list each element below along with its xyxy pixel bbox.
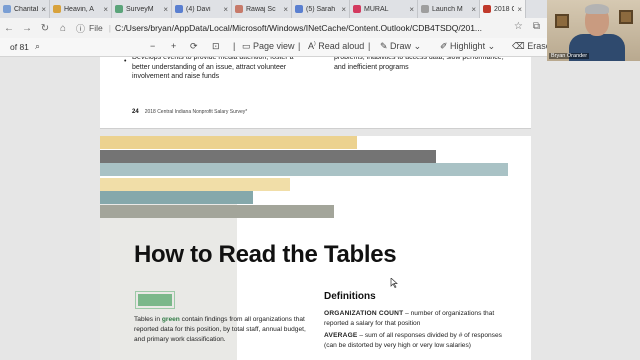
tab-close-icon[interactable]: ×: [341, 5, 346, 14]
webcam-overlay: Bryan Orander: [547, 0, 640, 61]
browser-tab[interactable]: (4) Davi ×: [172, 0, 232, 18]
fit-page-icon[interactable]: ⊡: [212, 41, 220, 52]
tab-favicon-icon: [235, 5, 243, 13]
decorative-band: [100, 191, 253, 204]
divider: |: [298, 41, 301, 51]
definitions-list: ORGANIZATION COUNT – number of organizat…: [324, 309, 504, 350]
tab-label: Launch M: [432, 5, 463, 13]
tab-favicon-icon: [175, 5, 183, 13]
tab-favicon-icon: [115, 5, 123, 13]
forward-icon[interactable]: →: [18, 23, 36, 34]
green-swatch: [135, 291, 175, 309]
back-icon[interactable]: ←: [0, 23, 18, 34]
page-view-button[interactable]: ▭ Page view: [242, 41, 295, 52]
pdf-viewer[interactable]: • Develops events to provide media atten…: [0, 57, 640, 360]
decorative-band: [100, 163, 508, 176]
footer-title: 2018 Central Indiana Nonprofit Salary Su…: [144, 109, 248, 115]
tab-favicon-icon: [483, 5, 491, 13]
tab-close-icon[interactable]: ×: [103, 5, 108, 14]
green-tables-description: Tables in green contain findings from al…: [134, 316, 306, 343]
address-actions: ☆ ⧉: [514, 21, 540, 32]
mouse-cursor-icon: [390, 278, 398, 288]
info-icon[interactable]: ⓘ: [76, 22, 85, 35]
erase-button[interactable]: ⌫ Erase: [512, 41, 551, 52]
bullet: •: [124, 58, 127, 65]
browser-tab[interactable]: (5) Sarah ×: [292, 0, 350, 18]
search-icon[interactable]: ⌕: [35, 41, 40, 52]
address-scheme-label: File: [89, 23, 103, 33]
person-hair: [585, 4, 609, 14]
tab-favicon-icon: [295, 5, 303, 13]
home-icon[interactable]: ⌂: [54, 23, 72, 34]
tab-close-icon[interactable]: ×: [517, 5, 522, 14]
highlight-label: Highlight: [450, 41, 486, 51]
draw-button[interactable]: ✎ Draw ⌄: [380, 41, 421, 52]
tab-label: MURAL: [364, 5, 389, 13]
tab-favicon-icon: [353, 5, 361, 13]
tab-favicon-icon: [53, 5, 61, 13]
page-footer: 24 2018 Central Indiana Nonprofit Salary…: [132, 109, 247, 115]
definition-item: ORGANIZATION COUNT – number of organizat…: [324, 309, 504, 328]
read-aloud-button[interactable]: A) Read aloud: [308, 41, 364, 51]
tab-label: (5) Sarah: [306, 5, 336, 13]
decorative-band: [100, 150, 436, 163]
participant-name: Bryan Orander: [549, 53, 590, 59]
wall-frame: [555, 14, 569, 28]
tab-label: SurveyM: [126, 5, 154, 13]
zoom-in-icon[interactable]: +: [171, 41, 176, 51]
page-view-label: Page view: [253, 41, 295, 51]
browser-tab[interactable]: SurveyM ×: [112, 0, 172, 18]
tab-close-icon[interactable]: ×: [163, 5, 168, 14]
browser-tab[interactable]: Heavin, A ×: [50, 0, 112, 18]
address-separator: |: [108, 23, 111, 33]
definition-term: AVERAGE: [324, 332, 358, 339]
refresh-icon[interactable]: ↻: [36, 23, 54, 34]
address-url[interactable]: C:/Users/bryan/AppData/Local/Microsoft/W…: [115, 23, 505, 33]
divider: |: [368, 41, 371, 51]
tab-label: Charitabl: [14, 5, 38, 13]
browser-tab[interactable]: Launch M ×: [418, 0, 480, 18]
browser-tab[interactable]: Rawaj Sc ×: [232, 0, 292, 18]
highlight-button[interactable]: ✐ Highlight ⌄: [440, 41, 495, 52]
read-aloud-label: Read aloud: [318, 41, 365, 51]
page-heading: How to Read the Tables: [134, 241, 397, 268]
pdf-page-24: • Develops events to provide media atten…: [100, 57, 531, 129]
rotate-icon[interactable]: ⟳: [190, 41, 198, 52]
browser-tab[interactable]: 2018 Cen×: [480, 0, 526, 18]
divider: |: [233, 41, 236, 51]
page-number: 24: [132, 109, 139, 115]
tab-close-icon[interactable]: ×: [41, 5, 46, 14]
tab-close-icon[interactable]: ×: [283, 5, 288, 14]
definition-item: AVERAGE – sum of all responses divided b…: [324, 331, 504, 350]
definition-term: ORGANIZATION COUNT: [324, 310, 404, 317]
tab-favicon-icon: [3, 5, 11, 13]
decorative-band: [100, 205, 334, 218]
decorative-band: [100, 136, 357, 149]
tab-label: Rawaj Sc: [246, 5, 276, 13]
favorite-icon[interactable]: ☆: [514, 21, 523, 32]
green-word: green: [161, 316, 180, 323]
pdf-page-25: How to Read the Tables Tables in green c…: [100, 136, 531, 360]
browser-tab[interactable]: MURAL ×: [350, 0, 418, 18]
page-count: of 81: [10, 42, 29, 52]
browser-tab-strip: Charitabl×Heavin, A×SurveyM×(4) Davi×Raw…: [0, 0, 640, 18]
tab-label: (4) Davi: [186, 5, 211, 13]
tab-close-icon[interactable]: ×: [223, 5, 228, 14]
tab-label: 2018 Cen: [494, 5, 514, 13]
tab-favicon-icon: [421, 5, 429, 13]
definitions-title: Definitions: [324, 291, 376, 302]
decorative-band: [100, 178, 290, 191]
tab-close-icon[interactable]: ×: [409, 5, 414, 14]
browser-tab[interactable]: Charitabl×: [0, 0, 50, 18]
page24-left-text: • Develops events to provide media atten…: [124, 57, 294, 80]
collections-icon[interactable]: ⧉: [533, 21, 540, 32]
tab-label: Heavin, A: [64, 5, 94, 13]
draw-label: Draw: [390, 41, 412, 51]
tab-close-icon[interactable]: ×: [471, 5, 476, 14]
page24-right-text: problems, inabilities to access data, sl…: [334, 57, 504, 71]
address-bar: ← → ↻ ⌂ ⓘ File | C:/Users/bryan/AppData/…: [0, 18, 640, 38]
pdf-toolbar: of 81 ⌕ − + ⟳ ⊡ | ▭ Page view | A) Read …: [0, 38, 640, 57]
wall-frame: [619, 10, 633, 24]
zoom-out-icon[interactable]: −: [150, 41, 155, 51]
